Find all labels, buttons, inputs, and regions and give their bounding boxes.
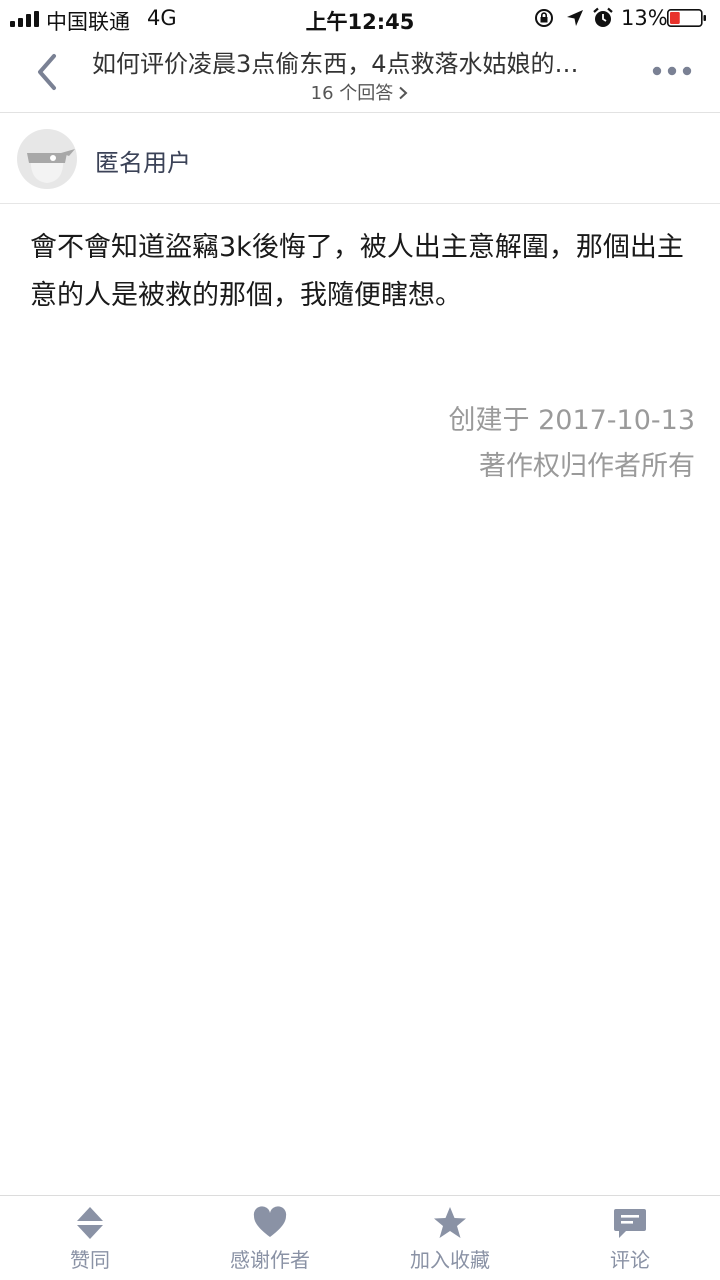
author-row[interactable]: 匿名用户 <box>0 113 720 204</box>
answer-content: 會不會知道盜竊3k後悔了，被人出主意解圍，那個出主意的人是被救的那個，我隨便瞎想… <box>30 232 684 311</box>
answer-meta: 创建于 2017-10-13 著作权归作者所有 <box>449 398 696 490</box>
alarm-clock-icon <box>593 7 613 27</box>
vote-button[interactable]: 赞同 <box>0 1196 180 1280</box>
bottom-action-bar: 赞同 感谢作者 加入收藏 评论 <box>0 1195 720 1280</box>
answer-count-link[interactable]: 16 个回答 <box>0 79 720 105</box>
thank-author-label: 感谢作者 <box>230 1248 310 1272</box>
comment-button[interactable]: 评论 <box>540 1196 720 1280</box>
heart-icon <box>253 1206 287 1237</box>
question-title[interactable]: 如何评价凌晨3点偷东西，4点救落水姑娘的… <box>92 44 632 79</box>
nav-bar: 如何评价凌晨3点偷东西，4点救落水姑娘的… 16 个回答 <box>0 38 720 113</box>
comment-icon <box>614 1209 646 1238</box>
answer-screen: 中国联通 4G 上午12:45 13% 如何评价凌晨3点偷东西，4点救落水姑娘的… <box>0 0 720 1280</box>
battery-percentage: 13% <box>621 6 668 30</box>
comment-label: 评论 <box>610 1248 650 1272</box>
vote-label: 赞同 <box>70 1248 110 1272</box>
author-name[interactable]: 匿名用户 <box>95 143 191 178</box>
copyright-notice: 著作权归作者所有 <box>479 451 695 482</box>
vote-icon <box>77 1207 103 1239</box>
add-favorite-label: 加入收藏 <box>410 1248 490 1272</box>
rotation-lock-icon <box>535 9 553 27</box>
more-options-icon[interactable] <box>652 64 692 78</box>
location-arrow-icon <box>567 10 583 26</box>
star-icon <box>434 1207 466 1238</box>
answer-count-label: 16 个回答 <box>310 83 394 104</box>
anonymous-mask-icon <box>27 149 75 183</box>
created-date: 创建于 2017-10-13 <box>448 405 696 436</box>
add-favorite-button[interactable]: 加入收藏 <box>360 1196 540 1280</box>
battery-icon <box>667 9 706 27</box>
thank-author-button[interactable]: 感谢作者 <box>180 1196 360 1280</box>
status-bar: 中国联通 4G 上午12:45 13% <box>0 0 720 38</box>
chevron-right-icon <box>399 86 408 100</box>
anonymous-avatar[interactable] <box>17 129 77 189</box>
